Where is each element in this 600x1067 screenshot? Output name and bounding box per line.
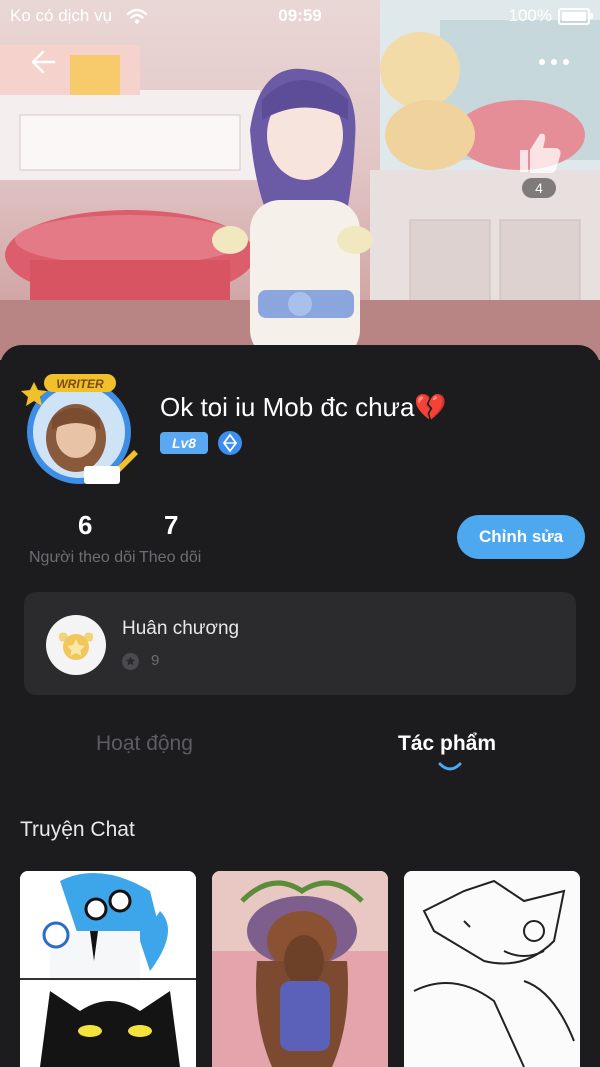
story-thumbnail[interactable]	[20, 871, 196, 1067]
medals-card[interactable]: Huân chương 9	[24, 592, 576, 695]
battery-percent: 100%	[508, 6, 552, 25]
writer-badge-text: WRITER	[56, 377, 104, 391]
story-thumbnail[interactable]	[212, 871, 388, 1067]
story-thumbnail[interactable]	[404, 871, 580, 1067]
tab-activity[interactable]: Hoạt động	[96, 732, 193, 756]
back-button[interactable]	[26, 44, 66, 80]
arrow-left-icon	[31, 50, 56, 74]
more-dot	[563, 59, 569, 65]
level-badge: Lv8	[160, 432, 208, 454]
like-count: 4	[522, 178, 556, 198]
medals-title: Huân chương	[122, 618, 240, 639]
section-title-chat-stories: Truyện Chat	[20, 818, 135, 841]
diamond-icon	[218, 431, 242, 455]
more-options-button[interactable]	[534, 54, 574, 70]
tab-works[interactable]: Tác phẩm	[398, 732, 496, 756]
following-label[interactable]: Theo dõi	[139, 549, 201, 567]
more-dots-icon	[539, 59, 545, 65]
star-icon	[122, 653, 139, 670]
followers-label[interactable]: Người theo dõi	[29, 549, 136, 567]
more-dot	[551, 59, 557, 65]
avatar[interactable]: WRITER	[14, 368, 144, 488]
thumbs-up-icon	[520, 133, 561, 173]
following-count[interactable]: 7	[164, 510, 178, 541]
edit-profile-button[interactable]: Chỉnh sửa	[457, 515, 585, 559]
profile-username: Ok toi iu Mob đc chưa💔	[160, 392, 447, 422]
status-bar: Ko có dịch vụ 09:59 100%	[0, 0, 600, 32]
medal-icon	[46, 615, 106, 675]
wifi-icon	[126, 8, 148, 24]
medals-count: 9	[151, 652, 160, 669]
profile-cover-image	[0, 0, 600, 360]
battery-indicator: 100%	[508, 6, 593, 26]
tab-active-indicator	[438, 762, 462, 771]
followers-count[interactable]: 6	[78, 510, 92, 541]
battery-icon	[558, 7, 593, 25]
